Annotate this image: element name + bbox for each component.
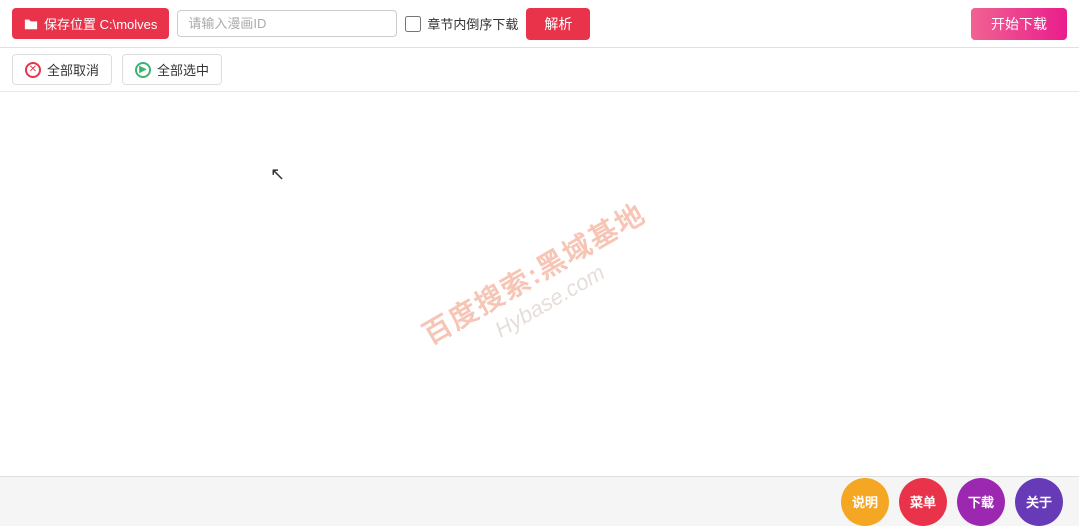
download-button[interactable]: 下载: [957, 478, 1005, 526]
folder-icon: [24, 17, 38, 31]
watermark: 百度搜索:黑域基地 Hybase.com: [414, 193, 665, 376]
menu-button[interactable]: 菜单: [899, 478, 947, 526]
top-bar: 保存位置 C:\molves 章节内倒序下载 解析 开始下载: [0, 0, 1079, 48]
cancel-all-button[interactable]: ✕ 全部取消: [12, 54, 112, 85]
parse-button[interactable]: 解析: [526, 8, 590, 40]
cancel-icon: ✕: [25, 62, 41, 78]
cursor-arrow: ↖: [270, 164, 285, 185]
play-icon: ▶: [135, 62, 151, 78]
action-bar: ✕ 全部取消 ▶ 全部选中: [0, 48, 1079, 92]
about-button[interactable]: 关于: [1015, 478, 1063, 526]
chapter-order-text: 章节内倒序下载: [427, 14, 518, 33]
chapter-order-label[interactable]: 章节内倒序下载: [405, 14, 518, 33]
start-download-button[interactable]: 开始下载: [971, 8, 1067, 40]
main-content: ↖ 百度搜索:黑域基地 Hybase.com: [0, 92, 1079, 476]
chapter-order-checkbox[interactable]: [405, 16, 421, 32]
select-all-button[interactable]: ▶ 全部选中: [122, 54, 222, 85]
bottom-bar: 说明 菜单 下载 关于: [0, 476, 1079, 526]
watermark-cn-text: 百度搜索:黑域基地: [414, 193, 652, 353]
explain-button[interactable]: 说明: [841, 478, 889, 526]
watermark-en-text: Hybase.com: [434, 227, 665, 375]
save-location-button[interactable]: 保存位置 C:\molves: [12, 8, 169, 39]
manga-id-input[interactable]: [177, 10, 397, 37]
save-location-label: 保存位置 C:\molves: [44, 14, 157, 33]
